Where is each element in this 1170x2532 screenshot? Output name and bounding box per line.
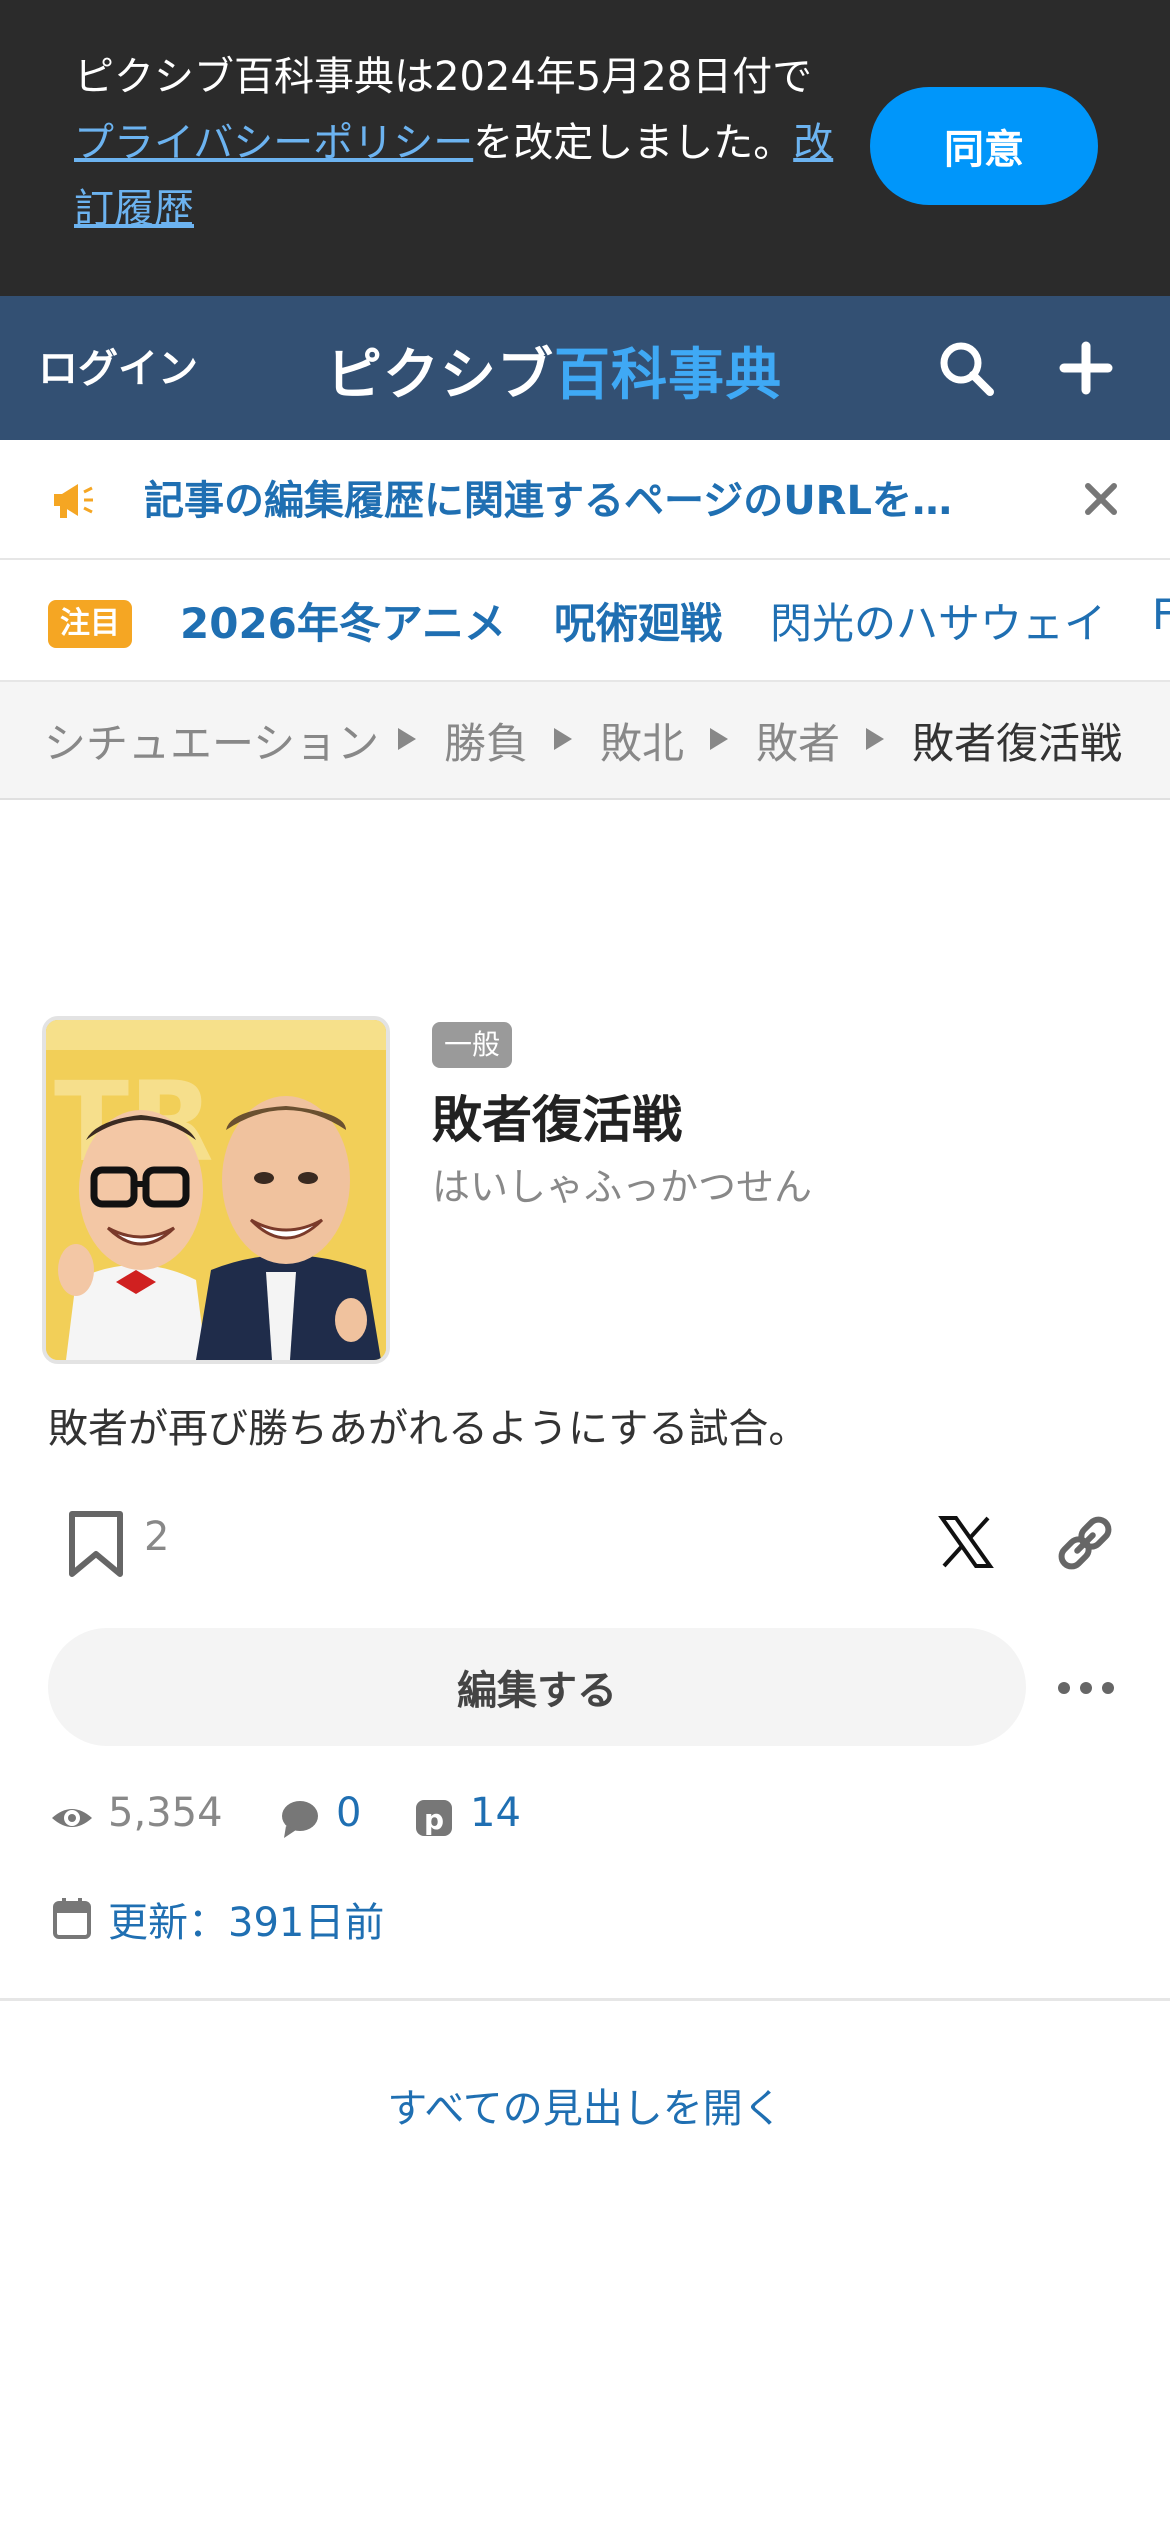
privacy-text-part-2: を改定しました。 xyxy=(473,120,794,166)
calendar-icon xyxy=(53,1898,91,1939)
search-icon[interactable] xyxy=(934,336,998,400)
updated-date[interactable]: 更新：391日前 xyxy=(108,1890,384,1948)
breadcrumb-item[interactable]: 敗者 xyxy=(756,710,840,771)
breadcrumb-separator-icon xyxy=(554,728,572,750)
privacy-text-part-1: ピクシブ百科事典は2024年5月28日付で xyxy=(74,54,813,100)
site-header: ログイン ピクシブ百科事典 xyxy=(0,296,1170,440)
open-all-headings-link[interactable]: すべての見出しを開く xyxy=(0,2076,1170,2134)
site-logo[interactable]: ピクシブ百科事典 xyxy=(326,330,782,411)
breadcrumb-separator-icon xyxy=(398,728,416,750)
privacy-banner-text: ピクシブ百科事典は2024年5月28日付でプライバシーポリシーを改定しました。改… xyxy=(74,44,834,242)
login-link[interactable]: ログイン xyxy=(38,336,198,394)
breadcrumb-item[interactable]: 勝負 xyxy=(444,710,528,771)
breadcrumb-separator-icon xyxy=(710,728,728,750)
close-icon[interactable] xyxy=(1080,478,1122,520)
category-tag[interactable]: 一般 xyxy=(432,1022,513,1068)
agree-button[interactable]: 同意 xyxy=(870,87,1098,205)
more-options-icon[interactable] xyxy=(1056,1670,1116,1706)
privacy-banner: ピクシブ百科事典は2024年5月28日付でプライバシーポリシーを改定しました。改… xyxy=(0,0,1170,296)
view-count: 5,354 xyxy=(108,1790,223,1836)
comment-count[interactable]: 0 xyxy=(336,1790,361,1836)
article-summary: 敗者が再び勝ちあがれるようにする試合。 xyxy=(48,1406,809,1452)
trend-item[interactable]: 2026年冬アニメ xyxy=(180,590,506,651)
article-title: 敗者復活戦 xyxy=(432,1091,682,1149)
plus-icon[interactable] xyxy=(1054,336,1118,400)
trending-bar: 注目 2026年冬アニメ 呪術廻戦 閃光のハサウェイ F xyxy=(0,560,1170,682)
privacy-policy-link[interactable]: プライバシーポリシー xyxy=(74,120,473,166)
megaphone-icon xyxy=(54,484,93,518)
svg-text:p: p xyxy=(424,1803,444,1836)
trend-item[interactable]: 閃光のハサウェイ xyxy=(770,590,1106,651)
comment-icon xyxy=(282,1801,318,1838)
bookmark-count: 2 xyxy=(144,1514,170,1560)
notice-text[interactable]: 記事の編集履歴に関連するページのURLを… xyxy=(144,468,1004,526)
breadcrumb-separator-icon xyxy=(866,728,884,750)
section-divider xyxy=(0,1998,1170,2001)
breadcrumb-current: 敗者復活戦 xyxy=(912,719,1123,768)
eye-icon xyxy=(52,1809,92,1827)
logo-text-encyclopedia: 百科事典 xyxy=(554,343,782,408)
edit-button[interactable]: 編集する xyxy=(48,1628,1026,1746)
copy-link-icon[interactable] xyxy=(1054,1512,1116,1574)
logo-text-pixiv: ピクシブ xyxy=(326,343,554,408)
caricature-image: TR xyxy=(46,1020,386,1360)
bookmark-icon[interactable] xyxy=(64,1508,128,1580)
pixiv-works-count[interactable]: 14 xyxy=(470,1790,521,1836)
article-reading: はいしゃふっかつせん xyxy=(432,1165,813,1209)
notice-bar[interactable]: 記事の編集履歴に関連するページのURLを… xyxy=(0,440,1170,560)
x-share-icon[interactable] xyxy=(938,1514,994,1570)
article-thumbnail[interactable]: TR xyxy=(42,1016,390,1364)
attention-badge: 注目 xyxy=(48,600,132,648)
pixiv-icon: p xyxy=(416,1800,452,1836)
breadcrumb-item[interactable]: シチュエーション xyxy=(44,710,379,771)
trend-item[interactable]: 呪術廻戦 xyxy=(554,590,722,651)
breadcrumb-item[interactable]: 敗北 xyxy=(600,710,684,771)
breadcrumb: シチュエーション 勝負 敗北 敗者 敗者復活戦 xyxy=(0,682,1170,800)
trend-item[interactable]: F xyxy=(1152,590,1170,639)
